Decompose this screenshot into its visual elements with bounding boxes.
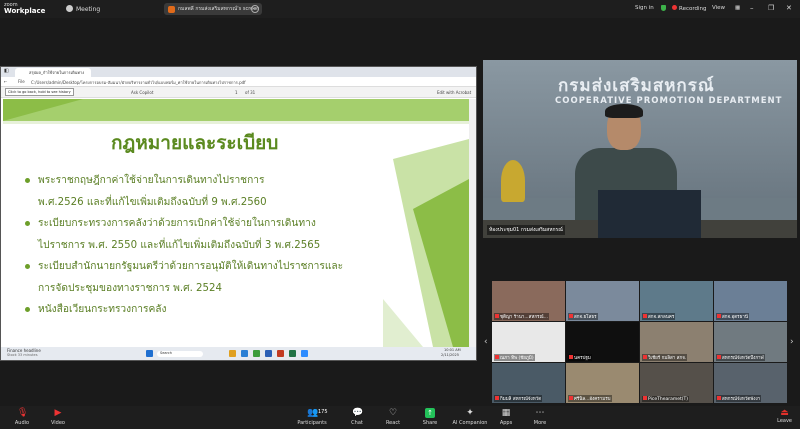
participant-tile[interactable]: สหกรณ์จังหวัดพังงา <box>714 363 787 403</box>
more-button[interactable]: ⋯ More <box>518 408 562 426</box>
clock-date: 2/11/2025 <box>441 353 459 357</box>
participant-tile[interactable]: สหกรณ์จังหวัดบึงกาฬ <box>714 322 787 362</box>
participant-tile[interactable]: กิมมลิ สหกรณ์จังหวัด <box>492 363 565 403</box>
pdf-scrollbar[interactable] <box>469 99 476 347</box>
windows-taskbar: Finance headline Stock 33 minutes Search… <box>1 347 476 360</box>
screen-share-pill[interactable]: กมลพลี กรมส่งเสริมสหกรณ์'s screen … <box>164 3 262 15</box>
zoom-app-icon[interactable] <box>301 350 308 357</box>
participants-count: 175 <box>318 409 328 415</box>
slide-bullet-list: พระราชกฤษฎีกาค่าใช้จ่ายในการเดินทางไปราช… <box>25 170 405 321</box>
word-icon[interactable] <box>265 350 272 357</box>
participant-tile[interactable]: PiceThearamet(T) <box>640 363 713 403</box>
share-button[interactable]: ↑ Share <box>408 408 452 426</box>
start-icon[interactable] <box>146 350 153 357</box>
chat-icon: 💬 <box>352 408 364 418</box>
department-emblem <box>501 160 525 202</box>
share-screen-icon: ↑ <box>425 408 435 418</box>
participant-tile[interactable]: วิเชียร์ กมลิสา สกจ. <box>640 322 713 362</box>
powerpoint-icon[interactable] <box>277 350 284 357</box>
excel-icon[interactable] <box>289 350 296 357</box>
share-icon <box>168 5 175 13</box>
back-tooltip: Click to go back, hold to see history <box>5 88 74 96</box>
view-button[interactable]: View <box>712 5 725 11</box>
ask-copilot-button[interactable]: Ask Copilot <box>131 90 153 95</box>
participants-icon: 👥 <box>307 408 319 418</box>
edge-icon[interactable] <box>241 350 248 357</box>
pdf-slide: กฎหมายและระเบียบ พระราชกฤษฎีกาค่าใช้จ่าย… <box>3 99 469 347</box>
address-bar[interactable]: ← File C:/Users/admin/Desktop/โครงการอบร… <box>1 77 476 87</box>
bullet-item: ระเบียบกระทรวงการคลังว่าด้วยการเบิกค่าใช… <box>25 213 405 256</box>
leave-button[interactable]: ⏏ Leave <box>777 408 792 424</box>
view-layout-icon[interactable]: ▦ <box>735 5 740 11</box>
participant-gallery: ชุติญา ร้านา...สหกรณ์... สกจ.ยโสธร สกจ.ส… <box>492 281 788 403</box>
meeting-icon <box>66 5 73 12</box>
meeting-controls-bar: 🎙 Audio ▶ Video 👥 Participants 175 💬 Chat ♡ R… <box>0 406 800 429</box>
minimize-icon[interactable]: – <box>750 4 754 12</box>
laptop <box>598 190 701 238</box>
participant-tile[interactable]: ชุติญา ร้านา...สหกรณ์... <box>492 281 565 321</box>
close-icon[interactable]: ✕ <box>786 4 792 12</box>
video-button[interactable]: ▶ Video <box>36 408 80 426</box>
participant-tile[interactable]: สกจ.สกลนคร <box>640 281 713 321</box>
edit-acrobat-button[interactable]: Edit with Acrobat <box>437 90 471 95</box>
active-speaker-video[interactable]: กรมส่งเสริมสหกรณ์ COOPERATIVE PROMOTION … <box>483 60 797 238</box>
back-icon[interactable]: ← <box>4 79 7 84</box>
bullet-item: พระราชกฤษฎีกาค่าใช้จ่ายในการเดินทางไปราช… <box>25 170 405 213</box>
shared-screen: ◧ สรุปผล_กำใช้จ่ายในการเดินทาง ← File C:… <box>0 66 477 361</box>
heart-icon: ♡ <box>388 408 398 418</box>
taskbar-search-input[interactable]: Search <box>157 351 203 357</box>
zoom-logo: zoom Workplace <box>4 2 46 15</box>
page-count: of 31 <box>245 90 256 95</box>
browser-tab[interactable]: สรุปผล_กำใช้จ่ายในการเดินทาง <box>15 68 91 77</box>
signin-link[interactable]: Sign in <box>635 5 654 11</box>
security-shield-icon <box>661 5 666 13</box>
clock-time: 10:01 AM <box>444 348 461 352</box>
meeting-menu[interactable]: Meeting <box>66 5 100 13</box>
participant-tile[interactable]: นครปฐม <box>566 322 639 362</box>
participant-tile[interactable]: สกจ.ยโสธร <box>566 281 639 321</box>
recording-indicator[interactable]: Recording <box>672 5 707 12</box>
participant-tile[interactable]: ณภา ทิพ (ชัยภูมิ) <box>492 322 565 362</box>
top-bar: zoom Workplace Meeting กมลพลี กรมส่งเสริ… <box>0 0 800 18</box>
speaker-name: ห้องประชุม01 กรมส่งเสริมสหกรณ์ <box>487 225 565 235</box>
bullet-item: ระเบียบสำนักนายกรัฐมนตรีว่าด้วยการอนุมัต… <box>25 256 405 299</box>
participant-tile[interactable]: สกจ.อุดรธานี <box>714 281 787 321</box>
chrome-icon[interactable] <box>253 350 260 357</box>
page-number-input[interactable]: 1 <box>235 90 238 95</box>
camera-off-icon: ▶ <box>54 408 62 418</box>
browser-icon: ◧ <box>4 68 9 74</box>
file-explorer-icon[interactable] <box>229 350 236 357</box>
more-icon: ⋯ <box>535 408 545 418</box>
wall-sign-english: COOPERATIVE PROMOTION DEPARTMENT <box>555 96 783 106</box>
leave-icon: ⏏ <box>780 408 789 418</box>
wall-sign-thai: กรมส่งเสริมสหกรณ์ <box>558 76 715 96</box>
gallery-next-icon[interactable]: › <box>790 337 794 347</box>
bullet-item: หนังสือเวียนกระทรวงการคลัง <box>25 299 405 321</box>
sparkle-icon: ✦ <box>466 408 474 418</box>
maximize-icon[interactable]: ❐ <box>768 4 774 12</box>
more-options-icon[interactable]: … <box>251 5 259 13</box>
microphone-muted-icon: 🎙 <box>17 408 29 418</box>
participant-tile[interactable]: ศรีนิล...อังครามรบ <box>566 363 639 403</box>
slide-title: กฎหมายและระเบียบ <box>111 132 279 154</box>
gallery-prev-icon[interactable]: ‹ <box>484 337 488 347</box>
browser-tab-bar: ◧ สรุปผล_กำใช้จ่ายในการเดินทาง <box>1 67 476 77</box>
apps-icon: ▦ <box>501 408 511 418</box>
